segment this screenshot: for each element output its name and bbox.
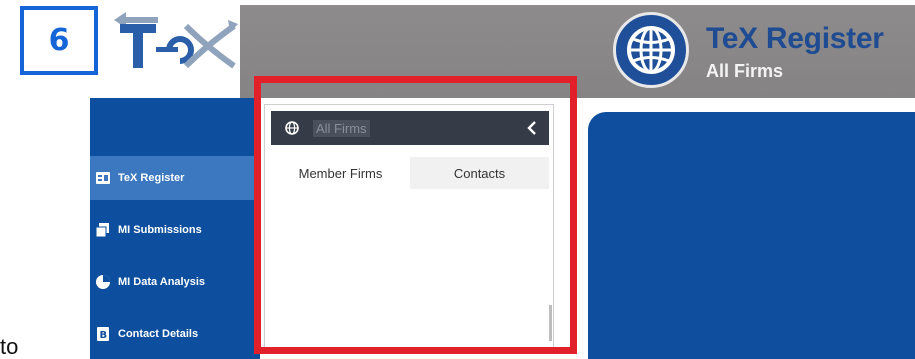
step-number-badge: 6 — [20, 6, 98, 75]
tab-contacts[interactable]: Contacts — [410, 157, 549, 189]
page-subtitle: All Firms — [706, 61, 784, 81]
sidebar-item-contact-details[interactable]: B Contact Details — [90, 312, 260, 356]
submissions-icon — [96, 223, 110, 237]
sidebar-item-label: TeX Register — [118, 172, 185, 184]
page-title: TeX Register — [706, 22, 884, 55]
contact-icon: B — [96, 327, 110, 341]
register-icon — [96, 171, 110, 185]
flyout-header: All Firms — [271, 111, 549, 145]
analysis-icon — [96, 275, 110, 289]
tab-member-firms[interactable]: Member Firms — [271, 157, 410, 189]
sidebar-item-label: MI Submissions — [118, 224, 202, 236]
sidebar-item-mi-submissions[interactable]: MI Submissions — [90, 208, 260, 252]
flyout-title: All Firms — [313, 119, 370, 137]
chevron-left-icon[interactable] — [523, 118, 541, 138]
sidebar-item-tex-register[interactable]: TeX Register — [90, 156, 260, 200]
sidebar-item-mi-data-analysis[interactable]: MI Data Analysis — [90, 260, 260, 304]
all-firms-flyout-panel: All Firms Member Firms Contacts — [264, 104, 554, 348]
globe-icon — [613, 12, 689, 88]
globe-icon — [285, 121, 299, 135]
tex-logo — [106, 6, 242, 76]
sidebar: TeX Register MI Submissions MI Data Anal… — [90, 98, 260, 359]
top-header-bar: TeX Register All Firms — [240, 5, 915, 98]
flyout-tab-bar: Member Firms Contacts — [271, 157, 549, 189]
caption-fragment: to — [0, 334, 19, 359]
sidebar-item-label: MI Data Analysis — [118, 276, 206, 288]
svg-text:B: B — [100, 330, 108, 341]
main-content-panel — [588, 112, 915, 359]
sidebar-item-label: Contact Details — [118, 328, 199, 340]
flyout-scrollbar[interactable] — [549, 305, 552, 341]
